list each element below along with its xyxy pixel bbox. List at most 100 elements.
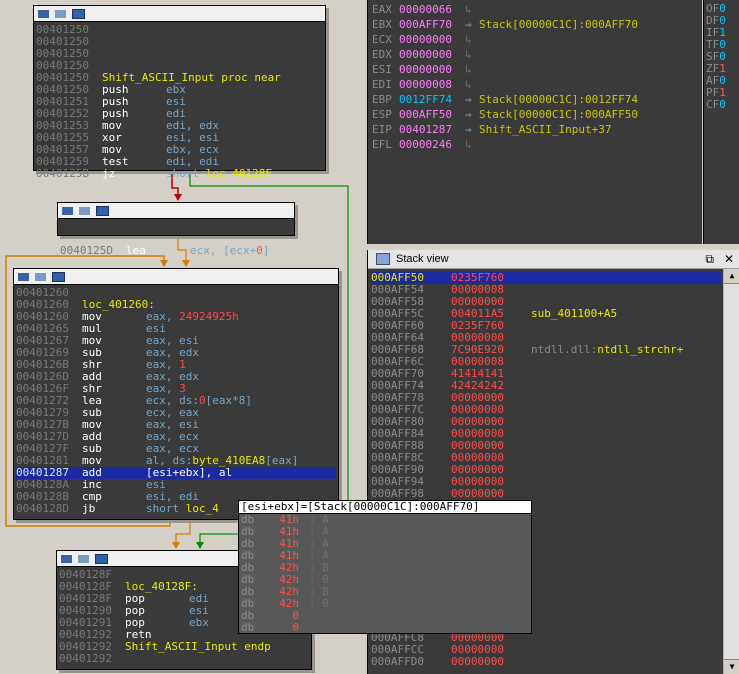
register-target[interactable]: Stack[00000C1C]:000AFF50 bbox=[479, 108, 638, 121]
stack-view-titlebar[interactable]: Stack view ⧉ ✕ bbox=[368, 250, 739, 269]
flags-panel[interactable]: OF0 DF0 IF1 TF0 SF0 ZF1 AF0 PF1 CF0 bbox=[703, 0, 739, 244]
flag-row[interactable]: PF1 bbox=[706, 86, 726, 99]
stack-row[interactable]: 000AFFD0 00000000 bbox=[371, 656, 531, 668]
flag-row[interactable]: ZF1 bbox=[706, 62, 726, 75]
register-name: EDI bbox=[372, 78, 392, 91]
register-target[interactable]: Shift_ASCII_Input+37 bbox=[479, 123, 611, 136]
node-titlebar bbox=[34, 6, 325, 22]
jump-arrow-icon[interactable]: ↳ bbox=[465, 78, 479, 91]
operand-number: 0 bbox=[256, 244, 263, 257]
code-line[interactable]: 00401260 mov eax, 24924925h bbox=[16, 311, 336, 323]
flag-row[interactable]: OF0 bbox=[706, 2, 726, 15]
stack-comment[interactable]: sub_401100+A5 bbox=[531, 308, 617, 320]
flag-row[interactable]: TF0 bbox=[706, 38, 726, 51]
register-value[interactable]: 00000000 bbox=[399, 48, 465, 61]
jump-arrow-icon[interactable]: ⇒ bbox=[465, 123, 479, 136]
flag-value[interactable]: 0 bbox=[719, 98, 726, 111]
register-row[interactable]: ECX 00000000 ↳ bbox=[372, 32, 479, 47]
stack-scrollbar[interactable]: ▲ ▼ bbox=[723, 269, 739, 674]
register-target[interactable]: Stack[00000C1C]:0012FF74 bbox=[479, 93, 638, 106]
address: 00401251 bbox=[36, 96, 89, 108]
flag-row[interactable]: CF0 bbox=[706, 98, 726, 111]
code-line[interactable]: 0040125D lea ecx, [ecx+ 0] bbox=[60, 245, 292, 257]
graph-node-loop[interactable]: 00401260 00401260 loc_401260: 00401260 mov ea… bbox=[13, 268, 339, 520]
register-value[interactable]: 00000008 bbox=[399, 78, 465, 91]
stack-address: 000AFF98 bbox=[371, 487, 424, 500]
node-color-icon[interactable] bbox=[62, 206, 73, 215]
jump-arrow-icon[interactable]: ⇒ bbox=[465, 18, 479, 31]
graph-node-entry[interactable]: 00401250 00401250 00401250 00401250 00401250… bbox=[33, 5, 326, 180]
code-line[interactable]: 00401260 bbox=[16, 287, 336, 299]
graph-node-lea[interactable]: 0040125D lea ecx, [ecx+ 0] bbox=[57, 202, 295, 257]
node-group-icon[interactable] bbox=[79, 206, 90, 215]
address: 00401252 bbox=[36, 108, 89, 120]
restore-window-icon[interactable]: ⧉ bbox=[705, 252, 714, 267]
register-value[interactable]: 00000000 bbox=[399, 63, 465, 76]
register-row[interactable]: EDX 00000000 ↳ bbox=[372, 47, 479, 62]
mnemonic bbox=[102, 36, 166, 48]
scroll-down-icon[interactable]: ▼ bbox=[724, 659, 739, 674]
node-collapse-icon[interactable] bbox=[96, 205, 109, 216]
symbol-name: sub_401100+A5 bbox=[531, 307, 618, 320]
flag-row[interactable]: IF1 bbox=[706, 26, 726, 39]
hint-comment: ; B bbox=[309, 597, 329, 610]
stack-address: 000AFFD0 bbox=[371, 655, 424, 668]
node-collapse-icon[interactable] bbox=[72, 8, 85, 19]
jump-arrow-icon[interactable]: ↳ bbox=[465, 33, 479, 46]
register-row[interactable]: EBX 000AFF70 ⇒ Stack[00000C1C]:000AFF70 bbox=[372, 17, 638, 32]
node-color-icon[interactable] bbox=[18, 272, 29, 281]
scroll-up-icon[interactable]: ▲ bbox=[724, 269, 739, 284]
stack-row[interactable]: 000AFF98 00000000 bbox=[371, 488, 531, 500]
node-group-icon[interactable] bbox=[35, 272, 46, 281]
register-row[interactable]: EBP 0012FF74 ⇒ Stack[00000C1C]:0012FF74 bbox=[372, 92, 638, 107]
code-line[interactable]: 0040125B jz short loc_40128F bbox=[36, 168, 323, 180]
code-line[interactable]: 00401250 bbox=[36, 24, 323, 36]
register-value[interactable]: 000AFF50 bbox=[399, 108, 465, 121]
node-color-icon[interactable] bbox=[38, 9, 49, 18]
jump-arrow-icon[interactable]: ⇒ bbox=[465, 93, 479, 106]
operand-label: loc_4 bbox=[185, 502, 219, 515]
address: 00401279 bbox=[16, 407, 69, 419]
register-row[interactable]: EDI 00000008 ↳ bbox=[372, 77, 479, 92]
jump-arrow-icon[interactable]: ↳ bbox=[465, 138, 479, 151]
code-line[interactable]: 00401292 Shift_ASCII_Input endp bbox=[59, 641, 309, 653]
register-value[interactable]: 00401287 bbox=[399, 123, 465, 136]
address: 0040126B bbox=[16, 359, 69, 371]
code-line[interactable]: 00401292 bbox=[59, 653, 309, 665]
jump-arrow-icon[interactable]: ↳ bbox=[465, 63, 479, 76]
register-value[interactable]: 00000000 bbox=[399, 33, 465, 46]
jump-arrow-icon[interactable]: ↳ bbox=[465, 3, 479, 16]
flag-row[interactable]: DF0 bbox=[706, 14, 726, 27]
node-collapse-icon[interactable] bbox=[52, 271, 65, 282]
node-group-icon[interactable] bbox=[55, 9, 66, 18]
register-row[interactable]: EIP 00401287 ⇒ Shift_ASCII_Input+37 bbox=[372, 122, 611, 137]
node-group-icon[interactable] bbox=[78, 554, 89, 563]
code-line[interactable]: 00401250 bbox=[36, 36, 323, 48]
register-row[interactable]: ESP 000AFF50 ⇒ Stack[00000C1C]:000AFF50 bbox=[372, 107, 638, 122]
jump-arrow-icon[interactable]: ↳ bbox=[465, 48, 479, 61]
address: 0040127B bbox=[16, 419, 69, 431]
node-collapse-icon[interactable] bbox=[95, 553, 108, 564]
close-window-icon[interactable]: ✕ bbox=[724, 252, 734, 267]
register-value[interactable]: 00000066 bbox=[399, 3, 465, 16]
register-value[interactable]: 0012FF74 bbox=[399, 93, 465, 106]
code-line[interactable]: 00401287 add [esi+ebx], al bbox=[16, 467, 336, 479]
register-value[interactable]: 000AFF70 bbox=[399, 18, 465, 31]
jump-arrow-icon[interactable]: ⇒ bbox=[465, 108, 479, 121]
register-row[interactable]: EAX 00000066 ↳ bbox=[372, 2, 479, 17]
address: 0040128B bbox=[16, 491, 69, 503]
address: 00401292 bbox=[59, 629, 112, 641]
flag-row[interactable]: SF0 bbox=[706, 50, 726, 63]
address: 00401281 bbox=[16, 455, 69, 467]
node-color-icon[interactable] bbox=[61, 554, 72, 563]
stack-comment[interactable]: ntdll.dll:ntdll_strchr+ bbox=[531, 344, 683, 356]
register-row[interactable]: ESI 00000000 ↳ bbox=[372, 62, 479, 77]
register-value[interactable]: 00000246 bbox=[399, 138, 465, 151]
address: 00401255 bbox=[36, 132, 89, 144]
register-row[interactable]: EFL 00000246 ↳ bbox=[372, 137, 479, 152]
code-line[interactable]: 00401250 bbox=[36, 48, 323, 60]
flag-row[interactable]: AF0 bbox=[706, 74, 726, 87]
general-registers-panel[interactable]: EAX 00000066 ↳ EBX 000AFF70 ⇒ Stack[00000C1C]:… bbox=[367, 0, 702, 244]
register-target[interactable]: Stack[00000C1C]:000AFF70 bbox=[479, 18, 638, 31]
endp-label: Shift_ASCII_Input endp bbox=[125, 640, 271, 653]
